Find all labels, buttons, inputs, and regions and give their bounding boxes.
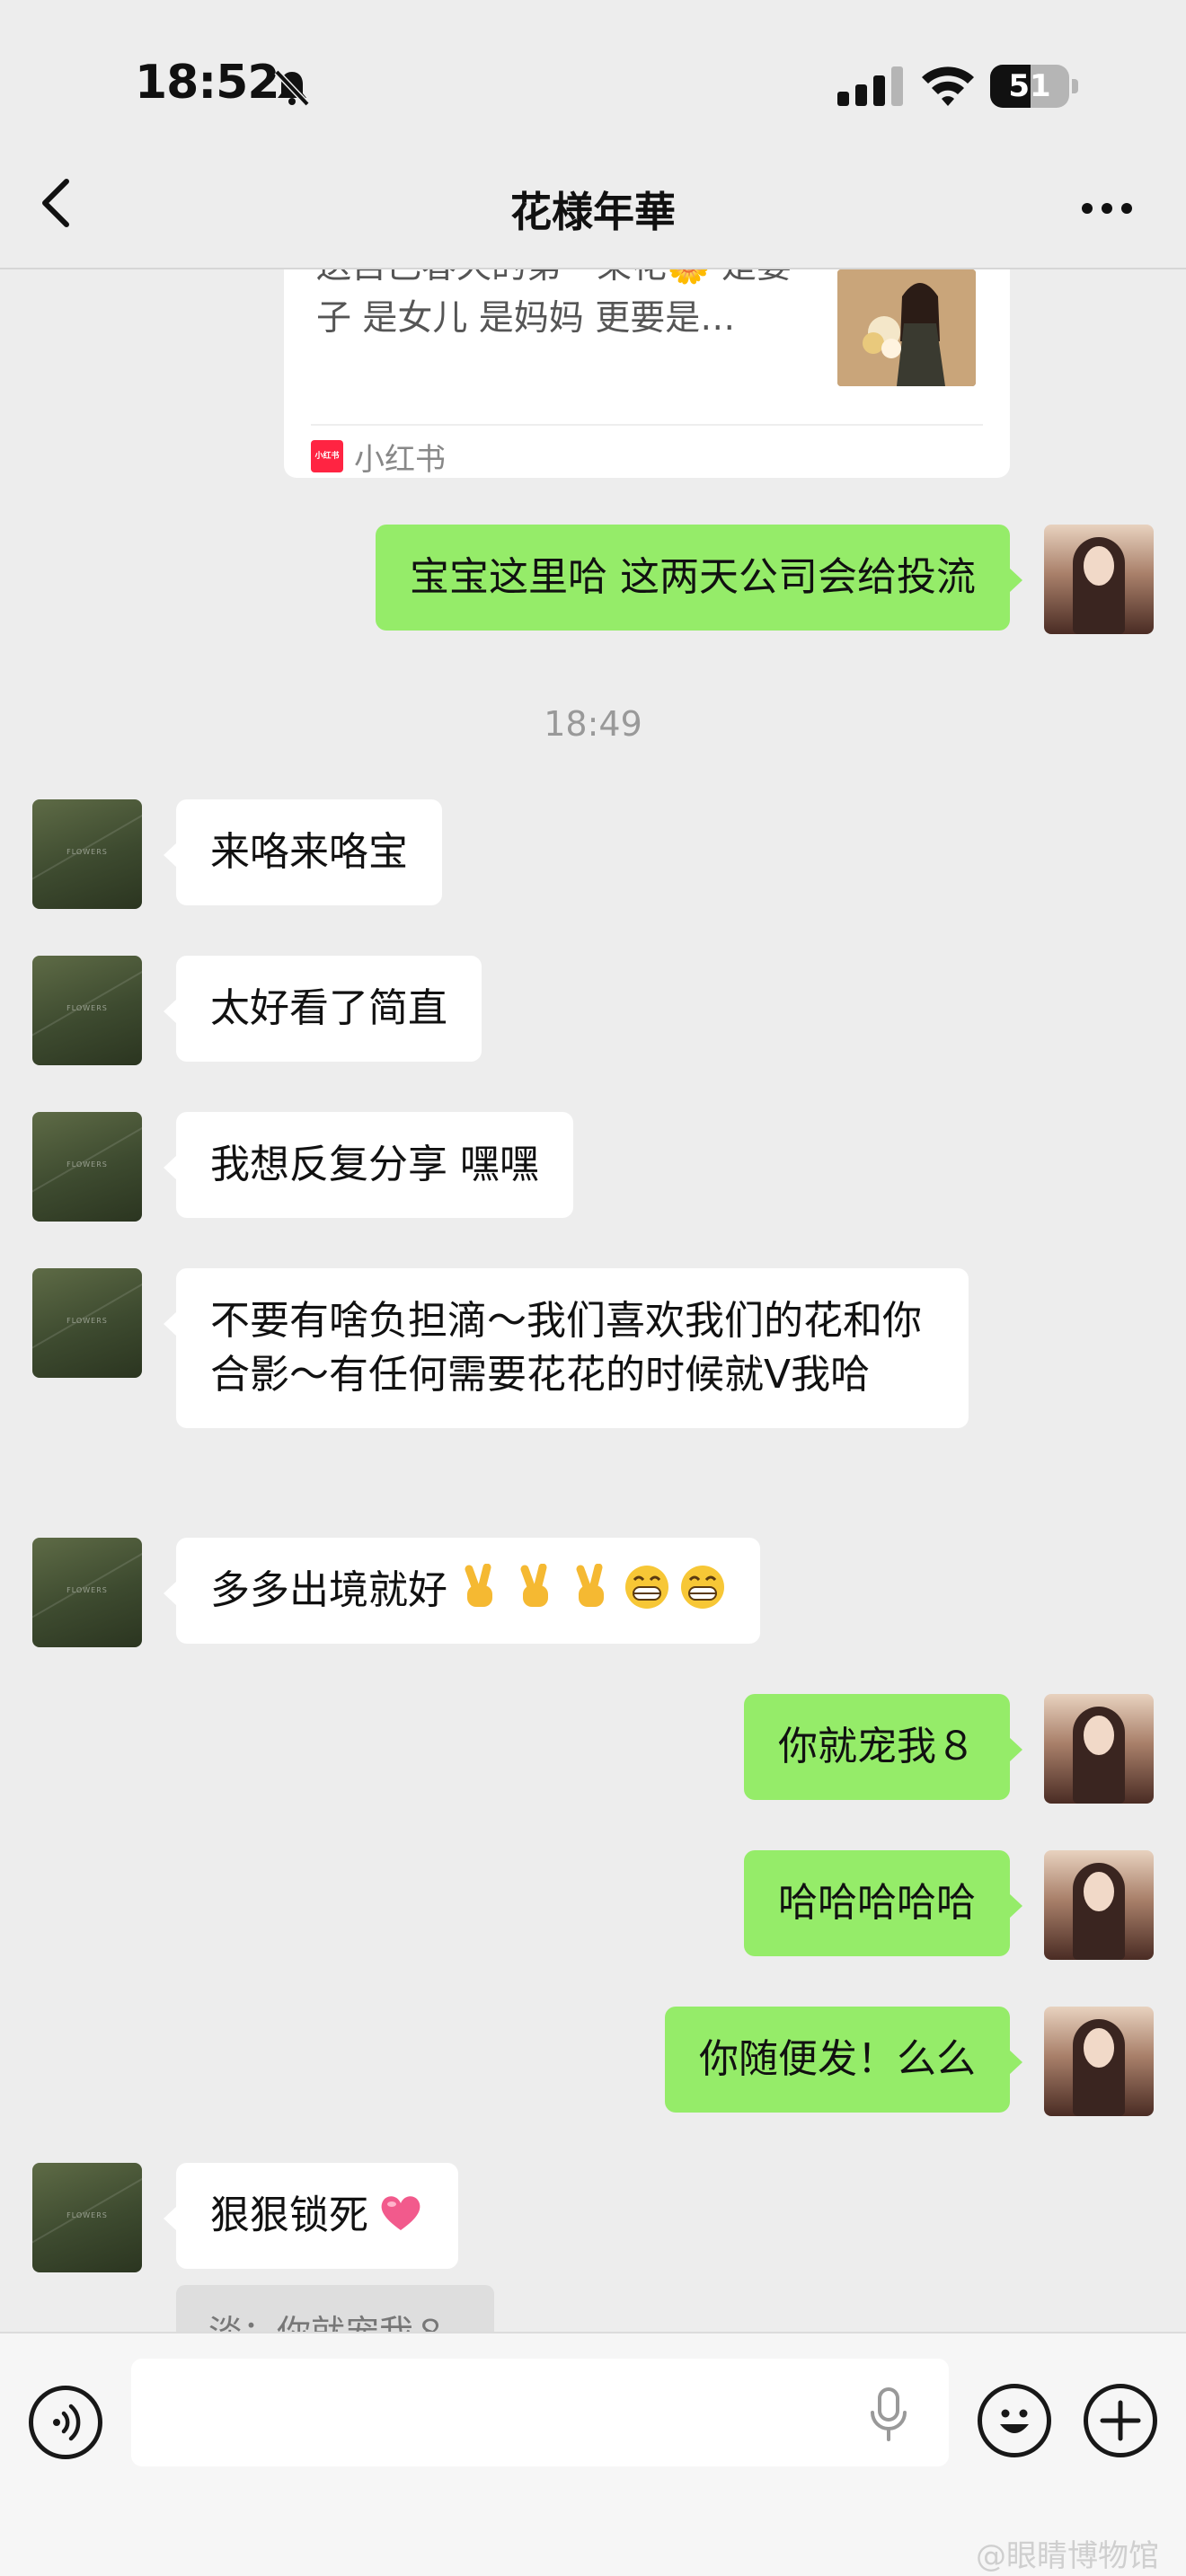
back-chevron-icon[interactable] xyxy=(32,176,79,230)
card-thumbnail xyxy=(837,269,976,386)
cellular-signal-icon xyxy=(837,66,903,106)
message-timestamp: 18:49 xyxy=(544,704,642,744)
victory-hand-emoji-icon xyxy=(576,1564,604,1607)
message-text: 哈哈哈哈哈 xyxy=(778,1880,976,1926)
top-bar: 18:52 51 花様年華 xyxy=(0,0,1186,269)
message-text: 你随便发！么么 xyxy=(699,2036,976,2082)
message-text: 来咯来咯宝 xyxy=(210,829,408,875)
more-options-icon[interactable] xyxy=(1078,190,1136,226)
message-bubble-received[interactable]: 我想反复分享 嘿嘿 xyxy=(164,1112,573,1218)
victory-hand-emoji-icon xyxy=(520,1564,548,1607)
smiley-face-icon xyxy=(1000,2409,1029,2433)
message-text: 你就宠我８ xyxy=(778,1724,976,1769)
emoji-button[interactable] xyxy=(978,2384,1051,2457)
pink-heart-emoji-icon xyxy=(381,2196,420,2230)
voice-mode-button[interactable] xyxy=(29,2386,102,2459)
my-avatar[interactable] xyxy=(1044,2007,1154,2116)
watermark-text: @眼睛博物馆 xyxy=(976,2538,1159,2574)
my-avatar[interactable] xyxy=(1044,525,1154,634)
message-text: 宝宝这里哈 这两天公司会给投流 xyxy=(410,554,976,600)
message-input[interactable] xyxy=(131,2359,949,2466)
message-bubble-sent[interactable]: 哈哈哈哈哈 xyxy=(744,1850,1022,1956)
contact-avatar[interactable]: FLOWERS xyxy=(32,956,142,1065)
microphone-icon[interactable] xyxy=(866,2386,911,2443)
quoted-reply[interactable]: 淡：你就宠我８ xyxy=(176,2285,494,2335)
message-text: 狠狠锁死 xyxy=(210,2192,368,2238)
contact-avatar[interactable]: FLOWERS xyxy=(32,1538,142,1647)
card-source-name: 小红书 xyxy=(354,442,446,478)
plus-icon xyxy=(1100,2400,1141,2441)
message-text: 我想反复分享 嘿嘿 xyxy=(210,1142,539,1187)
chat-area[interactable]: 送自己春天的第一束花🌼 是妻子 是女儿 是妈妈 更要是… 小红书 小红书 宝宝这… xyxy=(0,0,1186,2335)
message-bubble-received[interactable]: 太好看了简直 xyxy=(164,956,482,1062)
status-time: 18:52 xyxy=(135,56,280,110)
chat-title: 花様年華 xyxy=(510,188,676,236)
contact-avatar[interactable]: FLOWERS xyxy=(32,2163,142,2272)
contact-avatar[interactable]: FLOWERS xyxy=(32,1268,142,1378)
my-avatar[interactable] xyxy=(1044,1694,1154,1804)
contact-avatar[interactable]: FLOWERS xyxy=(32,799,142,909)
contact-avatar[interactable]: FLOWERS xyxy=(32,1112,142,1222)
battery-level: 51 xyxy=(1008,68,1051,104)
message-text: 不要有啥负担滴～我们喜欢我们的花和你合影～有任何需要花花的时候就V我哈 xyxy=(210,1298,922,1398)
weibo-watermark: @眼睛博物馆 xyxy=(976,2531,1159,2575)
message-bubble-sent[interactable]: 你随便发！么么 xyxy=(665,2007,1022,2113)
xiaohongshu-logo-icon: 小红书 xyxy=(311,440,343,472)
grinning-face-emoji-icon xyxy=(625,1566,668,1609)
message-text: 多多出境就好 xyxy=(210,1567,447,1613)
message-bubble-received[interactable]: 多多出境就好 xyxy=(164,1538,760,1644)
input-bar: @眼睛博物馆 xyxy=(0,2332,1186,2576)
message-text: 太好看了简直 xyxy=(210,985,447,1031)
message-bubble-received[interactable]: 来咯来咯宝 xyxy=(164,799,442,905)
more-functions-button[interactable] xyxy=(1084,2384,1157,2457)
bell-muted-icon xyxy=(274,69,310,107)
card-divider xyxy=(311,424,983,426)
message-bubble-sent[interactable]: 宝宝这里哈 这两天公司会给投流 xyxy=(376,525,1022,631)
battery-indicator: 51 xyxy=(990,65,1078,108)
message-bubble-sent[interactable]: 你就宠我８ xyxy=(744,1694,1022,1800)
message-bubble-received[interactable]: 狠狠锁死 xyxy=(164,2163,458,2269)
my-avatar[interactable] xyxy=(1044,1850,1154,1960)
victory-hand-emoji-icon xyxy=(465,1564,492,1607)
message-bubble-received[interactable]: 不要有啥负担滴～我们喜欢我们的花和你合影～有任何需要花花的时候就V我哈 xyxy=(164,1268,969,1428)
wifi-icon xyxy=(922,66,974,106)
grinning-face-emoji-icon xyxy=(681,1566,724,1609)
voice-wave-icon xyxy=(53,2404,81,2441)
